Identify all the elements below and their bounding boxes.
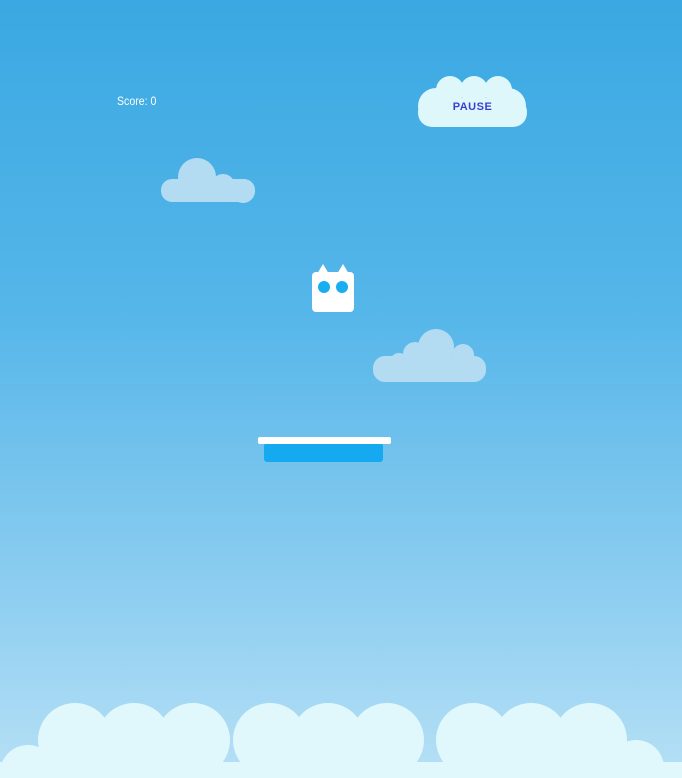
background-cloud (373, 329, 486, 382)
score-display: Score: 0 (117, 94, 156, 108)
score-label: Score: (117, 94, 148, 108)
pause-label: PAUSE (452, 101, 493, 113)
game-scene[interactable]: Score: 0 PAUSE (0, 0, 682, 778)
pause-button[interactable]: PAUSE (418, 74, 527, 128)
platform (258, 437, 391, 462)
background-cloud (161, 158, 255, 203)
score-value: 0 (150, 94, 157, 108)
ground-clouds (0, 703, 682, 778)
player-character-icon (312, 264, 354, 312)
